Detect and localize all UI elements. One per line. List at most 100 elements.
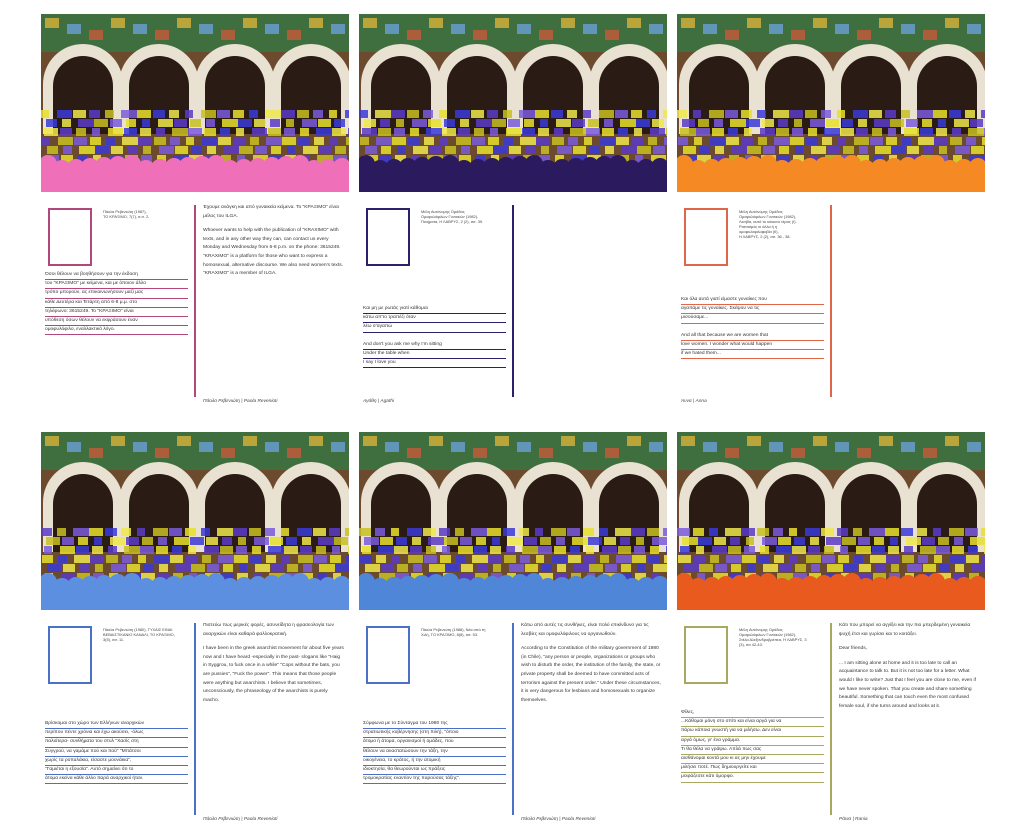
message-line: ομοφυλόφιλο, εναλλακτικό λόγο. — [45, 326, 188, 336]
citation-address: Πάολα Ρεβενιώτη (1988), Νέα από τη Χιλή, … — [421, 627, 509, 637]
message-paragraph: Dear friends, — [839, 646, 867, 652]
divider-line — [194, 623, 196, 815]
postcard: Μέλη Αυτόνομης Ομάδας Ομοφυλόφιλων Γυναικ… — [677, 432, 985, 824]
message-line: αργά όμως, γι' ένα γράμμα. — [681, 737, 824, 746]
message-paragraph: According to the Constitution of the mil… — [521, 646, 661, 703]
postcard-back: Μέλη Αυτόνομης Ομάδας Ομοφυλόφιλων Γυναικ… — [677, 199, 985, 406]
postcard-photo — [41, 432, 349, 610]
message-line: Όσοι θέλουν να βοηθήσουν για την έκδοση — [45, 271, 188, 281]
signature: Πάολα Ρεβενιώτη | Paola Revenioti — [521, 817, 596, 822]
citation-address: Μέλη Αυτόνομης Ομάδας Ομοφυλόφιλων Γυναικ… — [421, 209, 509, 224]
message-line: τρόπο μπορούν, ας επικοινωνήσουν μαζί μα… — [45, 289, 188, 299]
message-line: τηλέφωνο: 3615249. Το "ΚΡΑΞΙΜΟ" είναι — [45, 308, 188, 317]
message-line: if we hated them... — [681, 350, 824, 360]
message-line: χωρίς τα ροπαλάκια, είσαστε μουνάκια", — [45, 757, 188, 766]
message-line: υπόθεση όσων θέλουν να εκφράσουν έναν — [45, 317, 188, 327]
message-left: Φίλες, ...Κάθομαι μόνη στο σπίτι και είνα… — [681, 709, 824, 783]
stamp-box — [366, 626, 410, 684]
stamp-box — [48, 208, 92, 266]
message-line: κάθε Δευτέρα και Τετάρτη από 6-8 μ.μ. στ… — [45, 299, 188, 308]
message-line: And don't you ask me why I'm sitting — [363, 341, 506, 350]
message-line — [681, 324, 824, 332]
postcard-photo — [359, 432, 667, 610]
postcard-photo — [677, 432, 985, 610]
message-line: οικογένεια, το κράτος, ή την ατομική — [363, 757, 506, 766]
message-line: άτομα εκείνα κάθε άλλο παρά αναρχικοί ήτ… — [45, 775, 188, 785]
message-left: Βρίσκομαι στο χώρο των Ελλήνων αναρχικών… — [45, 720, 188, 785]
message-line: Και όλα αυτά γιατί είμαστε γυναίκες που — [681, 296, 824, 306]
citation-line: (3), σσ 42-43. — [739, 642, 763, 647]
message-paragraph: Πιστεύω πως μερικές φορές, ασυνείδητα η … — [203, 623, 334, 637]
message-paragraph: Κάτω από αυτές τις συνθήκες, είναι πολύ … — [521, 623, 649, 637]
message-line: μιλήσει ποτέ. Πως δημιουργείτε και — [681, 764, 824, 774]
message-right: Πιστεύω πως μερικές φορές, ασυνείδητα η … — [203, 622, 345, 711]
divider-line — [194, 205, 196, 397]
postcard: Πάολα Ρεβενιώτη (1987), ΤΟ ΚΡΑΞΙΜΟ, 7(7),… — [41, 14, 349, 406]
divider-line — [830, 205, 832, 397]
message-line: Φίλες, — [681, 709, 824, 719]
postcard-back: Πάολα Ρεβενιώτη (1980), ΤΥΧΑΙΣ ΕΙΝΑΙ ΒΕΒΑ… — [41, 617, 349, 824]
church-facade-collage — [677, 14, 985, 192]
message-line: αισθάνομαι κοντά μου κι ας μην έχουμε — [681, 755, 824, 765]
divider-line — [830, 623, 832, 815]
message-line: I say I love you — [363, 359, 506, 369]
message-line: πάρω κάποια γνωστή για να μιλήσω. Δεν εί… — [681, 727, 824, 737]
postcard-photo — [41, 14, 349, 192]
postcard-photo — [677, 14, 985, 192]
postcard: Μέλη Αυτόνομης Ομάδας Ομοφυλόφιλων Γυναικ… — [359, 14, 667, 406]
stamp-box — [366, 208, 410, 266]
citation-address: Πάολα Ρεβενιώτη (1980), ΤΥΧΑΙΣ ΕΙΝΑΙ ΒΕΒΑ… — [103, 627, 191, 642]
message-line: αγαπάμε τις γυναίκες. Σκέψου να τις — [681, 305, 824, 315]
church-facade-collage — [359, 432, 667, 610]
citation-address: Μέλη Αυτόνομης Ομάδας Ομοφυλόφιλων Γυναικ… — [739, 627, 827, 647]
citation-address: Μέλη Αυτόνομης Ομάδας Ομοφυλόφιλων Γυναικ… — [739, 209, 827, 239]
message-paragraph: Έχουμε ανάγκη και από γυναικεία κείμενα.… — [203, 205, 339, 219]
message-right: Έχουμε ανάγκη και από γυναικεία κείμενα.… — [203, 204, 345, 285]
message-line: Και μη με ρωτάς γιατί κάθομαι — [363, 305, 506, 315]
postcard-back: Πάολα Ρεβενιώτη (1987), ΤΟ ΚΡΑΞΙΜΟ, 7(7),… — [41, 199, 349, 406]
church-facade-collage — [41, 432, 349, 610]
signature: Αγάθη | Agathi — [363, 399, 395, 404]
message-line: love women. I wonder what would happen — [681, 341, 824, 351]
message-line: Βρίσκομαι στο χώρο των Ελλήνων αναρχικών — [45, 720, 188, 730]
church-facade-collage — [359, 14, 667, 192]
signature: Πάολα Ρεβενιώτη | Paola Revenioti — [203, 399, 278, 404]
message-line: παλιότερα- συνθήματα του στυλ "Χασίς στη — [45, 738, 188, 748]
message-left: Και μη με ρωτάς γιατί κάθομαι κάτω απ'το … — [363, 305, 506, 369]
citation-line: Χιλή, ΤΟ ΚΡΑΞΙΜΟ, 8(8), σσ. 53. — [421, 632, 479, 637]
message-line — [363, 333, 506, 341]
message-line: ιδιοκτησία, θα θεωρούνται ως πράξεις — [363, 766, 506, 776]
divider-line — [512, 205, 514, 397]
message-line: μοιράζεστε κάτι όμορφο. — [681, 773, 824, 783]
church-facade-collage — [677, 432, 985, 610]
stamp-box — [684, 208, 728, 266]
message-right: Κάτω από αυτές τις συνθήκες, είναι πολύ … — [521, 622, 663, 711]
citation-line: Η ΛΑΒΡΥΣ, 2 (2), σσ. 36 - 38. — [739, 234, 791, 239]
message-paragraph: Κάτι που μπορεί να αγγίξει και την πιο μ… — [839, 623, 971, 637]
message-line: στρατιωτικής κυβέρνησης (στη Χιλή), "όπο… — [363, 729, 506, 739]
citation-line: 3(5), σσ. 11. — [103, 637, 125, 642]
message-line: τρομοκρατίας εναντίον της παρούσας τάξης… — [363, 775, 506, 785]
message-line: κάτω απ'το τραπέζι όταν — [363, 314, 506, 324]
message-line: μισούσαμε... — [681, 314, 824, 324]
message-left: Σύμφωνα με το Σύνταγμα του 1980 της στρατ… — [363, 720, 506, 785]
postcard: Πάολα Ρεβενιώτη (1988), Νέα από τη Χιλή, … — [359, 432, 667, 824]
citation-line: Ποιήματα, Η ΛΑΒΡΥΣ, 2 (2), σσ. 39. — [421, 219, 484, 224]
postcard-back: Πάολα Ρεβενιώτη (1988), Νέα από τη Χιλή, … — [359, 617, 667, 824]
message-line: του "ΚΡΑΞΙΜΟ" με κείμενα, και με όποιον … — [45, 280, 188, 290]
message-right: Κάτι που μπορεί να αγγίξει και την πιο μ… — [839, 622, 981, 717]
citation-address: Πάολα Ρεβενιώτη (1987), ΤΟ ΚΡΑΞΙΜΟ, 7(7),… — [103, 209, 191, 219]
message-line: "Γαμιέται η εξουσία". Αυτό σημαίνει ότι … — [45, 766, 188, 776]
signature: Πάολα Ρεβενιώτη | Paola Revenioti — [203, 817, 278, 822]
message-line: Τι θα θέλα να γράψω. Απλά πως σας — [681, 746, 824, 755]
message-line: θέλουν να αναστατώσουν την τάξη, την — [363, 748, 506, 757]
divider-line — [512, 623, 514, 815]
signature: Ράνια | Rania — [839, 817, 868, 822]
message-line: λέω σ'αγαπώ — [363, 323, 506, 333]
message-paragraph: I have been in the greek anarchist movem… — [203, 646, 344, 703]
postcard: Μέλη Αυτόνομης Ομάδας Ομοφυλόφιλων Γυναικ… — [677, 14, 985, 406]
postcard-back: Μέλη Αυτόνομης Ομάδας Ομοφυλόφιλων Γυναικ… — [359, 199, 667, 406]
message-left: Όσοι θέλουν να βοηθήσουν για την έκδοση τ… — [45, 271, 188, 336]
postcard-back: Μέλη Αυτόνομης Ομάδας Ομοφυλόφιλων Γυναικ… — [677, 617, 985, 824]
message-line: Σύμφωνα με το Σύνταγμα του 1980 της — [363, 720, 506, 730]
